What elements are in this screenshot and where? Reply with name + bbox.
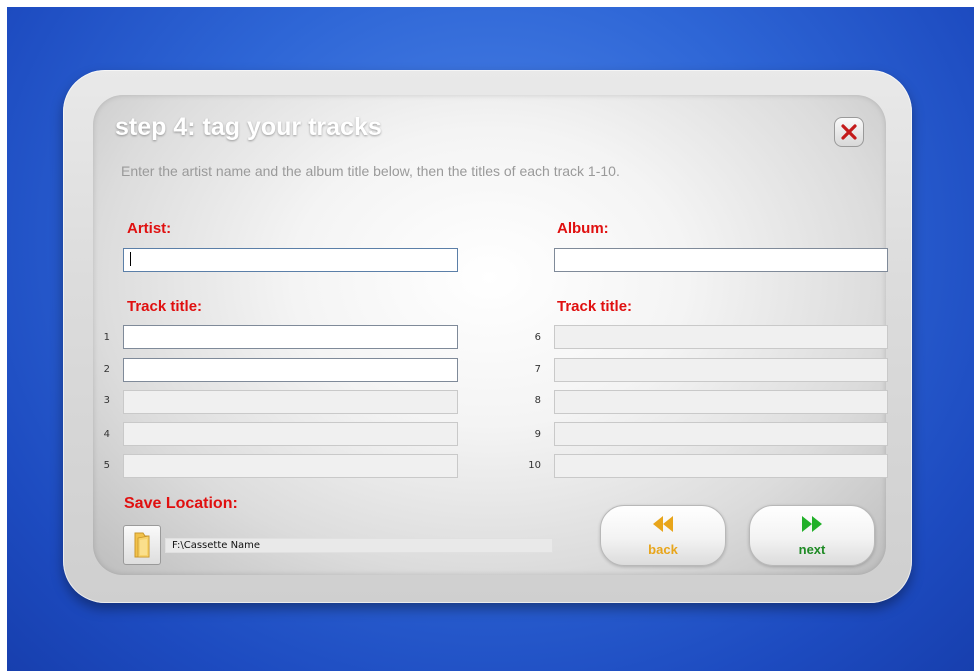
track-9-input [554, 422, 888, 446]
track-8-input [554, 390, 888, 414]
text-caret [130, 252, 131, 266]
track-2-input[interactable] [123, 358, 458, 382]
track-number: 9 [534, 429, 541, 440]
back-button[interactable]: back [600, 505, 726, 566]
desktop: step 4: tag your tracks Enter the artist… [0, 0, 974, 671]
rewind-icon [653, 516, 673, 532]
close-button[interactable] [834, 117, 864, 147]
track-number: 10 [528, 460, 541, 471]
track-number: 6 [534, 332, 541, 343]
next-button[interactable]: next [749, 505, 875, 566]
next-label: next [798, 542, 826, 557]
track-3-input [123, 390, 458, 414]
track-number: 1 [103, 332, 110, 343]
folder-icon [134, 532, 150, 558]
track-number: 4 [103, 429, 110, 440]
album-label: Album: [557, 220, 609, 237]
track-number: 8 [534, 395, 541, 406]
back-label: back [648, 542, 678, 557]
close-icon [841, 124, 857, 140]
browse-folder-button[interactable] [123, 525, 161, 565]
track-title-label-left: Track title: [127, 298, 203, 315]
track-1-input[interactable] [123, 325, 458, 349]
track-4-input [123, 422, 458, 446]
artist-input[interactable] [123, 248, 458, 272]
track-number: 7 [534, 364, 541, 375]
save-path-field: F:\Cassette Name [165, 538, 553, 553]
dialog-title: step 4: tag your tracks [115, 113, 382, 141]
track-number: 2 [103, 364, 110, 375]
track-number: 3 [103, 395, 110, 406]
track-title-label-right: Track title: [557, 298, 633, 315]
album-input[interactable] [554, 248, 888, 272]
track-10-input [554, 454, 888, 478]
artist-label: Artist: [127, 220, 172, 237]
dialog-instructions: Enter the artist name and the album titl… [121, 163, 620, 179]
save-location-label: Save Location: [124, 495, 238, 512]
fast-forward-icon [802, 516, 822, 532]
track-number: 5 [103, 460, 110, 471]
track-6-input [554, 325, 888, 349]
track-7-input [554, 358, 888, 382]
track-5-input [123, 454, 458, 478]
